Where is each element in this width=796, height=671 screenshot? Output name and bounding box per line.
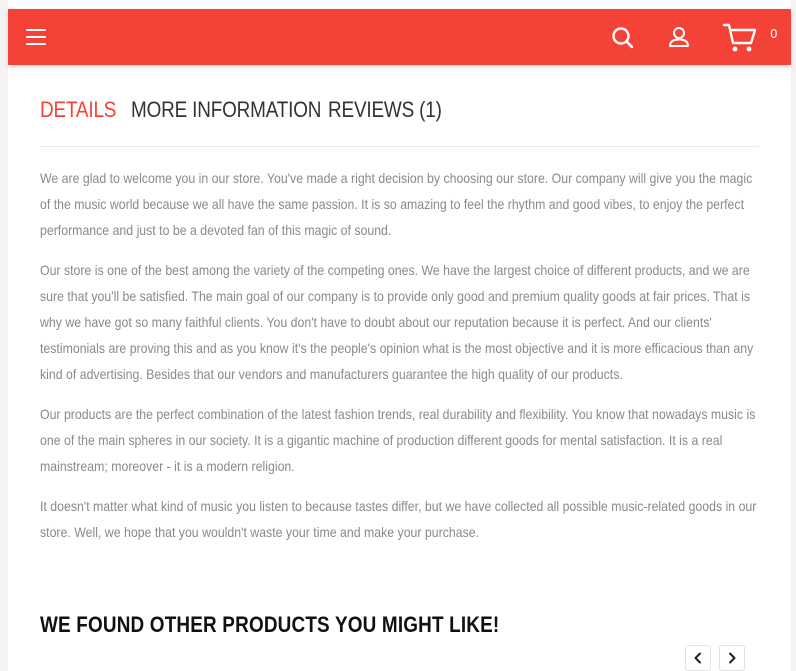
chevron-right-icon	[729, 652, 736, 664]
related-products-title: WE FOUND OTHER PRODUCTS YOU MIGHT LIKE!	[40, 612, 500, 637]
product-description: We are glad to welcome you in our store.…	[40, 165, 765, 559]
user-icon[interactable]	[667, 25, 691, 49]
tab-more-information[interactable]: MORE INFORMATION	[131, 97, 321, 123]
description-paragraph: We are glad to welcome you in our store.…	[40, 170, 753, 238]
hamburger-icon[interactable]	[26, 25, 48, 49]
chevron-left-icon	[694, 652, 701, 664]
tab-details[interactable]: DETAILS	[40, 97, 116, 123]
description-paragraph: It doesn't matter what kind of music you…	[40, 498, 757, 540]
tab-reviews[interactable]: REVIEWS (1)	[328, 97, 442, 123]
carousel-next-button[interactable]	[719, 645, 745, 671]
carousel-prev-button[interactable]	[685, 645, 711, 671]
description-paragraph: Our store is one of the best among the v…	[40, 262, 754, 382]
header-bar: 0	[8, 9, 791, 65]
cart-icon[interactable]	[722, 22, 758, 54]
description-paragraph: Our products are the perfect combination…	[40, 406, 756, 474]
search-icon[interactable]	[611, 26, 635, 50]
tabs-divider	[40, 146, 759, 147]
cart-count-badge: 0	[770, 27, 778, 41]
